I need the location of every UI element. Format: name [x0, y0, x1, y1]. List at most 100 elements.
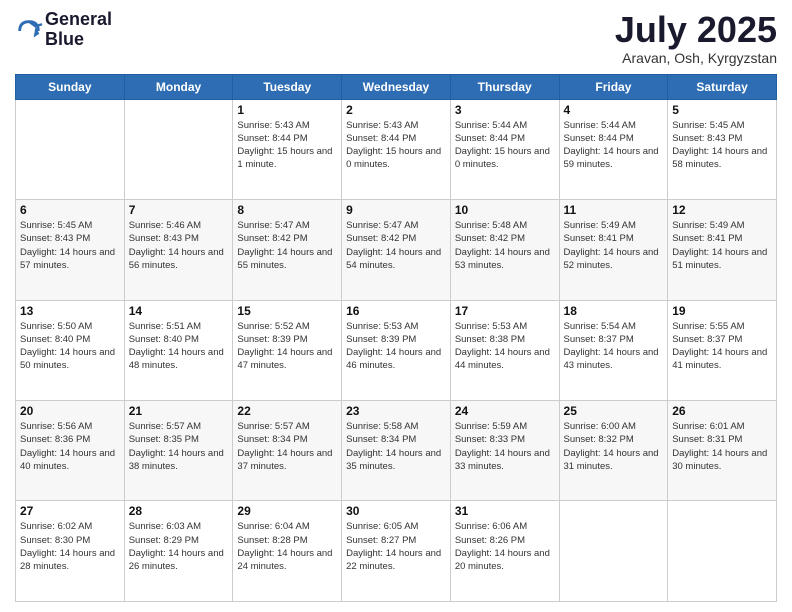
logo-text: General Blue	[45, 10, 112, 50]
day-info: Sunrise: 5:46 AMSunset: 8:43 PMDaylight:…	[129, 219, 229, 272]
calendar-cell: 26Sunrise: 6:01 AMSunset: 8:31 PMDayligh…	[668, 401, 777, 501]
calendar-cell: 10 Sunrise: 5:48 AMSunset: 8:42 PMDayligh…	[450, 200, 559, 300]
calendar-week-5: 27Sunrise: 6:02 AMSunset: 8:30 PMDayligh…	[16, 501, 777, 602]
day-info: Sunrise: 6:01 AMSunset: 8:31 PMDaylight:…	[672, 420, 772, 473]
calendar-cell: 30 Sunrise: 6:05 AMSunset: 8:27 PMDayligh…	[342, 501, 451, 602]
calendar-cell: 29 Sunrise: 6:04 AMSunset: 8:28 PMDayligh…	[233, 501, 342, 602]
day-info: Sunrise: 5:45 AMSunset: 8:43 PMDaylight:…	[20, 219, 120, 272]
header: General Blue July 2025 Aravan, Osh, Kyrg…	[15, 10, 777, 66]
day-info: Sunrise: 5:49 AMSunset: 8:41 PMDaylight:…	[672, 219, 772, 272]
calendar-cell: 22Sunrise: 5:57 AMSunset: 8:34 PMDayligh…	[233, 401, 342, 501]
calendar-cell	[668, 501, 777, 602]
weekday-header-sunday: Sunday	[16, 74, 125, 99]
day-number: 3	[455, 103, 555, 117]
day-number: 17	[455, 304, 555, 318]
logo-line1: General	[45, 10, 112, 30]
day-info: Sunrise: 5:47 AMSunset: 8:42 PMDaylight:…	[237, 219, 337, 272]
day-info: Sunrise: 5:49 AMSunset: 8:41 PMDaylight:…	[564, 219, 664, 272]
calendar-week-2: 6 Sunrise: 5:45 AMSunset: 8:43 PMDaylight…	[16, 200, 777, 300]
day-info: Sunrise: 6:00 AMSunset: 8:32 PMDaylight:…	[564, 420, 664, 473]
calendar-cell: 19Sunrise: 5:55 AMSunset: 8:37 PMDayligh…	[668, 300, 777, 400]
day-info: Sunrise: 5:52 AMSunset: 8:39 PMDaylight:…	[237, 320, 337, 373]
logo-icon	[15, 17, 43, 45]
day-number: 5	[672, 103, 772, 117]
logo: General Blue	[15, 10, 112, 50]
day-info: Sunrise: 5:44 AMSunset: 8:44 PMDaylight:…	[455, 119, 555, 172]
calendar-cell: 18 Sunrise: 5:54 AMSunset: 8:37 PMDayligh…	[559, 300, 668, 400]
day-number: 23	[346, 404, 446, 418]
calendar-table: SundayMondayTuesdayWednesdayThursdayFrid…	[15, 74, 777, 602]
day-info: Sunrise: 5:57 AMSunset: 8:35 PMDaylight:…	[129, 420, 229, 473]
calendar-cell: 31Sunrise: 6:06 AMSunset: 8:26 PMDayligh…	[450, 501, 559, 602]
calendar-cell: 11 Sunrise: 5:49 AMSunset: 8:41 PMDayligh…	[559, 200, 668, 300]
day-info: Sunrise: 5:45 AMSunset: 8:43 PMDaylight:…	[672, 119, 772, 172]
day-info: Sunrise: 6:05 AMSunset: 8:27 PMDaylight:…	[346, 520, 446, 573]
calendar-cell: 15 Sunrise: 5:52 AMSunset: 8:39 PMDayligh…	[233, 300, 342, 400]
calendar-cell	[124, 99, 233, 199]
title-block: July 2025 Aravan, Osh, Kyrgyzstan	[615, 10, 777, 66]
day-info: Sunrise: 5:50 AMSunset: 8:40 PMDaylight:…	[20, 320, 120, 373]
day-number: 18	[564, 304, 664, 318]
calendar-cell: 5 Sunrise: 5:45 AMSunset: 8:43 PMDaylight…	[668, 99, 777, 199]
day-number: 24	[455, 404, 555, 418]
calendar-cell: 24 Sunrise: 5:59 AMSunset: 8:33 PMDayligh…	[450, 401, 559, 501]
calendar-cell: 16Sunrise: 5:53 AMSunset: 8:39 PMDayligh…	[342, 300, 451, 400]
day-number: 16	[346, 304, 446, 318]
day-info: Sunrise: 5:53 AMSunset: 8:38 PMDaylight:…	[455, 320, 555, 373]
weekday-header-monday: Monday	[124, 74, 233, 99]
day-number: 29	[237, 504, 337, 518]
day-number: 8	[237, 203, 337, 217]
calendar-cell: 2 Sunrise: 5:43 AMSunset: 8:44 PMDaylight…	[342, 99, 451, 199]
calendar-cell: 20Sunrise: 5:56 AMSunset: 8:36 PMDayligh…	[16, 401, 125, 501]
day-number: 10	[455, 203, 555, 217]
calendar-cell: 28Sunrise: 6:03 AMSunset: 8:29 PMDayligh…	[124, 501, 233, 602]
day-number: 28	[129, 504, 229, 518]
day-number: 7	[129, 203, 229, 217]
calendar-week-1: 1 Sunrise: 5:43 AMSunset: 8:44 PMDaylight…	[16, 99, 777, 199]
day-number: 14	[129, 304, 229, 318]
day-number: 12	[672, 203, 772, 217]
day-number: 19	[672, 304, 772, 318]
day-number: 31	[455, 504, 555, 518]
day-number: 30	[346, 504, 446, 518]
day-info: Sunrise: 5:59 AMSunset: 8:33 PMDaylight:…	[455, 420, 555, 473]
day-number: 15	[237, 304, 337, 318]
calendar-cell: 9Sunrise: 5:47 AMSunset: 8:42 PMDaylight…	[342, 200, 451, 300]
month-title: July 2025	[615, 10, 777, 50]
calendar-cell: 4 Sunrise: 5:44 AMSunset: 8:44 PMDaylight…	[559, 99, 668, 199]
calendar-week-4: 20Sunrise: 5:56 AMSunset: 8:36 PMDayligh…	[16, 401, 777, 501]
calendar-cell: 6 Sunrise: 5:45 AMSunset: 8:43 PMDaylight…	[16, 200, 125, 300]
day-number: 6	[20, 203, 120, 217]
day-number: 4	[564, 103, 664, 117]
calendar-cell: 14 Sunrise: 5:51 AMSunset: 8:40 PMDayligh…	[124, 300, 233, 400]
day-number: 20	[20, 404, 120, 418]
day-number: 1	[237, 103, 337, 117]
day-number: 22	[237, 404, 337, 418]
day-info: Sunrise: 5:44 AMSunset: 8:44 PMDaylight:…	[564, 119, 664, 172]
calendar-cell: 17 Sunrise: 5:53 AMSunset: 8:38 PMDayligh…	[450, 300, 559, 400]
calendar-cell: 21Sunrise: 5:57 AMSunset: 8:35 PMDayligh…	[124, 401, 233, 501]
calendar-cell: 13 Sunrise: 5:50 AMSunset: 8:40 PMDayligh…	[16, 300, 125, 400]
weekday-header-row: SundayMondayTuesdayWednesdayThursdayFrid…	[16, 74, 777, 99]
day-info: Sunrise: 5:47 AMSunset: 8:42 PMDaylight:…	[346, 219, 446, 272]
calendar-cell: 12 Sunrise: 5:49 AMSunset: 8:41 PMDayligh…	[668, 200, 777, 300]
day-info: Sunrise: 5:54 AMSunset: 8:37 PMDaylight:…	[564, 320, 664, 373]
weekday-header-thursday: Thursday	[450, 74, 559, 99]
calendar-cell: 27Sunrise: 6:02 AMSunset: 8:30 PMDayligh…	[16, 501, 125, 602]
day-number: 11	[564, 203, 664, 217]
weekday-header-saturday: Saturday	[668, 74, 777, 99]
logo-line2: Blue	[45, 30, 112, 50]
calendar-cell	[16, 99, 125, 199]
day-info: Sunrise: 6:04 AMSunset: 8:28 PMDaylight:…	[237, 520, 337, 573]
day-info: Sunrise: 5:48 AMSunset: 8:42 PMDaylight:…	[455, 219, 555, 272]
day-number: 13	[20, 304, 120, 318]
day-number: 25	[564, 404, 664, 418]
day-info: Sunrise: 5:51 AMSunset: 8:40 PMDaylight:…	[129, 320, 229, 373]
day-number: 2	[346, 103, 446, 117]
calendar-cell: 23Sunrise: 5:58 AMSunset: 8:34 PMDayligh…	[342, 401, 451, 501]
location-subtitle: Aravan, Osh, Kyrgyzstan	[615, 50, 777, 66]
day-info: Sunrise: 5:43 AMSunset: 8:44 PMDaylight:…	[346, 119, 446, 172]
day-number: 27	[20, 504, 120, 518]
calendar-cell: 8 Sunrise: 5:47 AMSunset: 8:42 PMDaylight…	[233, 200, 342, 300]
calendar-week-3: 13 Sunrise: 5:50 AMSunset: 8:40 PMDayligh…	[16, 300, 777, 400]
